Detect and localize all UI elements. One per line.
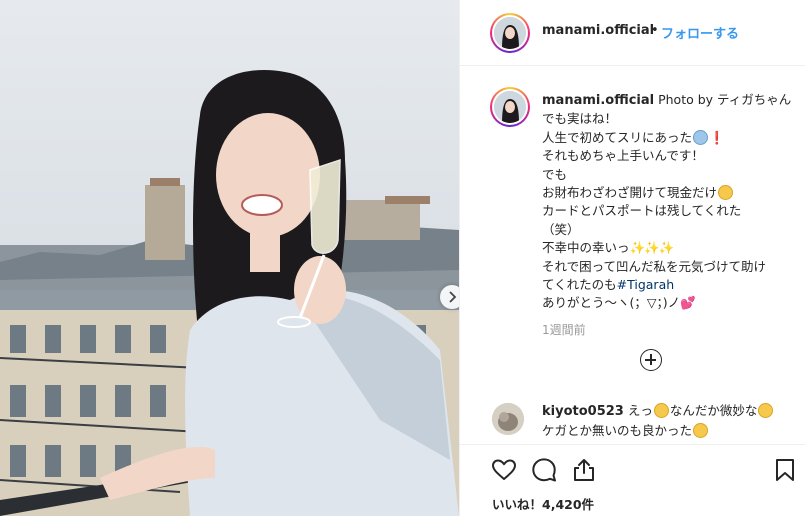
flushed-face-emoji-icon — [653, 403, 669, 418]
hashtag-link[interactable]: #Tigarah — [617, 277, 675, 292]
post-photo-scene — [0, 0, 459, 516]
follow-button[interactable]: フォローする — [661, 23, 739, 42]
profile-avatar-icon[interactable] — [490, 13, 530, 53]
post-photo[interactable] — [0, 0, 459, 516]
chevron-right-icon — [449, 291, 457, 303]
caption-line: 人生で初めてスリにあった ❗ — [542, 129, 798, 147]
caption-line: それで困って凹んだ私を元気づけて助け — [542, 258, 767, 274]
comment-item: kiyoto0523 えっ なんだか微妙な ケガとか無いのも良かった — [542, 401, 798, 440]
share-button[interactable] — [571, 457, 597, 483]
separator-dot: • — [651, 23, 659, 38]
comment-text: えっ — [627, 403, 653, 418]
header-username-link[interactable]: manami.official — [542, 23, 654, 38]
caption-line-text: お財布わざわざ開けて現金だけ — [542, 185, 718, 201]
caption-line: （笑） — [542, 221, 580, 237]
commenter-avatar-icon[interactable] — [492, 403, 524, 435]
grinning-sweat-emoji-icon — [758, 403, 774, 418]
share-icon — [574, 459, 594, 481]
caption-line: それもめちゃ上手いんです！ — [542, 148, 704, 164]
caption-line-text: 人生で初めてスリにあった — [542, 129, 693, 145]
carousel-next-button[interactable] — [440, 285, 459, 309]
comment-button[interactable] — [531, 457, 557, 483]
post-details-panel: manami.official • フォローする manami.official… — [459, 0, 805, 516]
comment-text: ケガとか無いのも良かった — [542, 423, 693, 438]
comment-username-link[interactable]: kiyoto0523 — [542, 404, 624, 419]
caption-line: ありがとう〜ヽ(；▽；)ノ💕 — [542, 294, 798, 312]
screaming-face-emoji-icon — [693, 129, 709, 145]
caption-line-text: ありがとう〜ヽ(；▽；)ノ — [542, 295, 681, 311]
exclamation-mark-emoji-icon: ❗ — [709, 129, 725, 145]
caption-avatar-icon[interactable] — [490, 87, 530, 127]
post-time-ago[interactable]: 1週間前 — [542, 321, 586, 338]
caption-line-text: 不幸中の幸いっ — [542, 240, 630, 256]
caption-line: でも — [542, 166, 568, 182]
caption-photo-credit: Photo by ティガちゃん — [658, 92, 792, 107]
caption-line: お財布わざわざ開けて現金だけ — [542, 184, 798, 202]
grinning-sweat-emoji-icon — [693, 423, 709, 438]
caption-line: 不幸中の幸いっ✨✨✨ — [542, 239, 798, 257]
like-button[interactable] — [491, 457, 517, 483]
flushed-face-emoji-icon — [718, 185, 734, 201]
caption-line-text: てくれたのも — [542, 277, 617, 293]
load-more-comments-button[interactable] — [640, 349, 662, 371]
post-caption: manami.official Photo by ティガちゃん でも実はね！ 人… — [542, 91, 798, 313]
save-button[interactable] — [772, 457, 798, 483]
comments-scroll-area[interactable]: manami.official Photo by ティガちゃん でも実はね！ 人… — [460, 67, 805, 443]
comment-bubble-icon — [532, 458, 556, 482]
sparkles-emoji-icon: ✨✨✨ — [629, 240, 675, 256]
bookmark-icon — [776, 459, 794, 481]
heart-emoji-icon: 💕 — [680, 295, 696, 311]
heart-outline-icon — [492, 459, 516, 480]
likes-count-link[interactable]: いいね！4,420件 — [492, 494, 594, 513]
caption-line: でも実はね！ — [542, 111, 618, 127]
caption-line: カードとパスポートは残してくれた — [542, 203, 742, 219]
caption-line: てくれたのも#Tigarah — [542, 276, 798, 294]
caption-username-link[interactable]: manami.official — [542, 93, 654, 108]
post-actions-bar: いいね！4,420件 — [460, 444, 805, 516]
post-header: manami.official • フォローする — [460, 0, 805, 66]
comment-text: なんだか微妙な — [669, 403, 758, 418]
